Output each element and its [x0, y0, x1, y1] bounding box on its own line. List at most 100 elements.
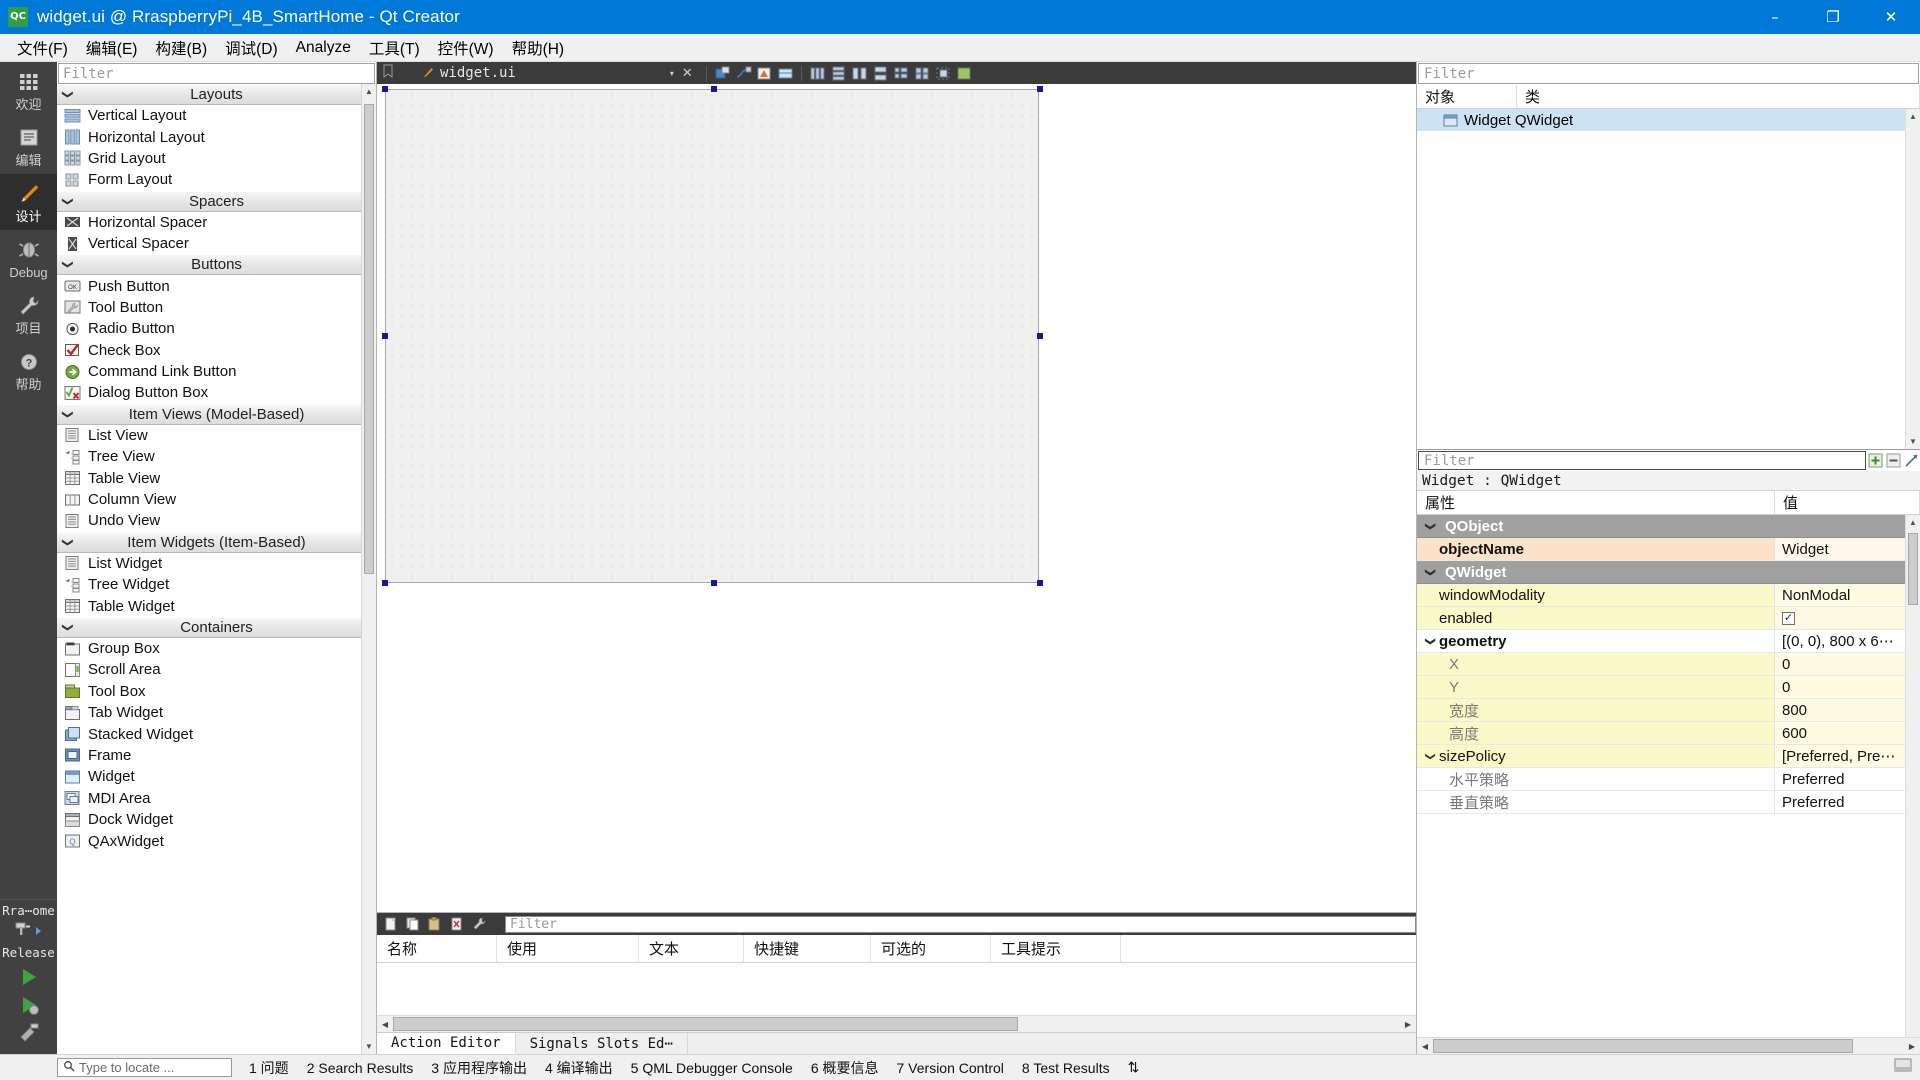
object-inspector-filter-input[interactable]: Filter	[1418, 63, 1919, 84]
widget-box-item[interactable]: Undo View	[57, 510, 376, 531]
resize-handle-bottom-center[interactable]	[711, 580, 717, 586]
build-project-icon[interactable]	[18, 1022, 40, 1044]
widget-box-item[interactable]: Check Box	[57, 340, 376, 361]
close-document-button[interactable]: ✕	[678, 65, 699, 81]
property-value-cell[interactable]: 600	[1775, 722, 1920, 744]
object-inspector-tree[interactable]: Widget QWidget ▲ ▼	[1417, 109, 1920, 449]
pe-scroll-up-arrow-icon[interactable]: ▲	[1906, 515, 1920, 530]
widget-box-item[interactable]: Widget	[57, 766, 376, 787]
toggle-output-pane-icon[interactable]	[1894, 1058, 1912, 1077]
column-property[interactable]: 属性	[1417, 491, 1775, 514]
widget-box-item[interactable]: Command Link Button	[57, 361, 376, 382]
menu-widgets[interactable]: 控件(W)	[429, 34, 503, 62]
widget-box-item[interactable]: Tab Widget	[57, 702, 376, 723]
build-config-row[interactable]	[2, 918, 55, 945]
remove-dynamic-property-button[interactable]	[1884, 450, 1902, 471]
layout-in-grid-icon[interactable]	[914, 65, 931, 82]
form-canvas[interactable]	[377, 84, 1416, 912]
property-row[interactable]: ❯ geometry [(0, 0), 800 x 6⋯	[1417, 630, 1920, 653]
property-row[interactable]: Y0	[1417, 676, 1920, 699]
property-row[interactable]: 高度 600	[1417, 722, 1920, 745]
column-name[interactable]: 名称	[377, 934, 497, 963]
add-dynamic-property-button[interactable]	[1866, 450, 1884, 471]
widget-box-item[interactable]: List Widget	[57, 553, 376, 574]
status-pane-qml-debugger-console[interactable]: 5 QML Debugger Console	[622, 1060, 802, 1076]
mode-debug[interactable]: Debug	[0, 230, 57, 286]
property-group-row[interactable]: ❯ QWidget	[1417, 561, 1920, 584]
copy-action-icon[interactable]	[405, 916, 421, 932]
menu-help[interactable]: 帮助(H)	[503, 34, 574, 62]
mode-help[interactable]: ? 帮助	[0, 342, 57, 398]
mode-design[interactable]: 设计	[0, 174, 57, 230]
tab-action-editor[interactable]: Action Editor	[377, 1033, 516, 1054]
menu-edit[interactable]: 编辑(E)	[77, 34, 147, 62]
form-widget-surface[interactable]	[385, 89, 1039, 583]
layout-horizontally-icon[interactable]	[809, 65, 826, 82]
locator-input[interactable]: Type to locate ...	[57, 1058, 232, 1077]
edit-widgets-mode-icon[interactable]	[714, 65, 731, 82]
column-checkable[interactable]: 可选的	[871, 934, 991, 963]
widget-box-item[interactable]: Group Box	[57, 638, 376, 659]
bookmark-icon[interactable]	[381, 64, 395, 83]
action-editor-rows[interactable]	[377, 963, 1416, 1015]
pe-hscrollbar-thumb[interactable]	[1433, 1039, 1853, 1053]
kit-selector[interactable]: Rra⋯ome Release	[0, 899, 57, 1054]
resize-handle-bottom-right[interactable]	[1037, 580, 1043, 586]
column-used[interactable]: 使用	[497, 934, 639, 963]
widget-box-item[interactable]: Vertical Spacer	[57, 233, 376, 254]
resize-handle-middle-left[interactable]	[382, 333, 388, 339]
scroll-up-arrow-icon[interactable]: ▲	[362, 84, 376, 99]
menu-debug[interactable]: 调试(D)	[216, 34, 287, 62]
mode-projects[interactable]: 项目	[0, 286, 57, 342]
configure-action-icon[interactable]	[471, 916, 487, 932]
run-play-icon[interactable]	[18, 966, 40, 988]
open-document-selector[interactable]: widget.ui	[421, 65, 516, 81]
hscrollbar-track[interactable]	[393, 1017, 1400, 1031]
status-pane-general-messages[interactable]: 6 概要信息	[802, 1058, 888, 1078]
widget-box-item[interactable]: Table View	[57, 467, 376, 488]
property-value-cell[interactable]: 0	[1775, 653, 1920, 675]
widget-group-header[interactable]: ❯ Spacers	[57, 190, 376, 212]
maximize-button[interactable]: ❐	[1804, 0, 1862, 34]
property-row[interactable]: 宽度 800	[1417, 699, 1920, 722]
widget-group-header[interactable]: ❯ Containers	[57, 616, 376, 638]
layout-in-form-icon[interactable]	[893, 65, 910, 82]
layout-in-splitter-v-icon[interactable]	[872, 65, 889, 82]
mode-welcome[interactable]: 欢迎	[0, 62, 57, 118]
property-editor-filter-input[interactable]: Filter	[1418, 451, 1866, 470]
resize-handle-bottom-left[interactable]	[382, 580, 388, 586]
widget-box-item[interactable]: Horizontal Layout	[57, 126, 376, 147]
property-row[interactable]: windowModality NonModal	[1417, 584, 1920, 607]
scrollbar-thumb[interactable]	[364, 104, 374, 574]
break-layout-icon[interactable]	[935, 65, 952, 82]
resize-handle-top-left[interactable]	[382, 86, 388, 92]
widget-box-item[interactable]: Column View	[57, 489, 376, 510]
widget-box-item[interactable]: Tool Button	[57, 297, 376, 318]
close-button[interactable]: ✕	[1862, 0, 1920, 34]
resize-handle-top-right[interactable]	[1037, 86, 1043, 92]
property-row[interactable]: X0	[1417, 653, 1920, 676]
layout-in-splitter-h-icon[interactable]	[851, 65, 868, 82]
widget-group-header[interactable]: ❯ Layouts	[57, 84, 376, 105]
column-object[interactable]: 对象	[1417, 85, 1517, 108]
menu-analyze[interactable]: Analyze	[287, 36, 360, 60]
oi-scroll-down-arrow-icon[interactable]: ▼	[1906, 434, 1920, 449]
minimize-button[interactable]: –	[1746, 0, 1804, 34]
property-row[interactable]: 水平策略 Preferred	[1417, 768, 1920, 791]
chevron-down-icon[interactable]: ❯	[1425, 747, 1436, 765]
pe-scroll-right-arrow-icon[interactable]: ▶	[1904, 1038, 1920, 1054]
property-row[interactable]: enabled ✓	[1417, 607, 1920, 630]
action-editor-hscrollbar[interactable]: ◀ ▶	[377, 1015, 1416, 1032]
widget-box-item[interactable]: Grid Layout	[57, 148, 376, 169]
tab-signals-slots-editor[interactable]: Signals Slots Ed⋯	[516, 1033, 688, 1054]
chevron-down-icon[interactable]: ❯	[1425, 517, 1436, 535]
status-pane-issues[interactable]: 1 问题	[240, 1058, 298, 1078]
column-value[interactable]: 值	[1775, 491, 1920, 514]
scroll-left-arrow-icon[interactable]: ◀	[377, 1016, 393, 1032]
widget-box-item[interactable]: Radio Button	[57, 318, 376, 339]
widget-box-item[interactable]: Dialog Button Box	[57, 382, 376, 403]
property-value-cell[interactable]: [Preferred, Pre⋯	[1775, 745, 1920, 767]
menu-build[interactable]: 构建(B)	[146, 34, 216, 62]
widget-box-item[interactable]: OK Push Button	[57, 275, 376, 296]
property-editor-scrollbar[interactable]: ▲	[1905, 515, 1920, 1037]
